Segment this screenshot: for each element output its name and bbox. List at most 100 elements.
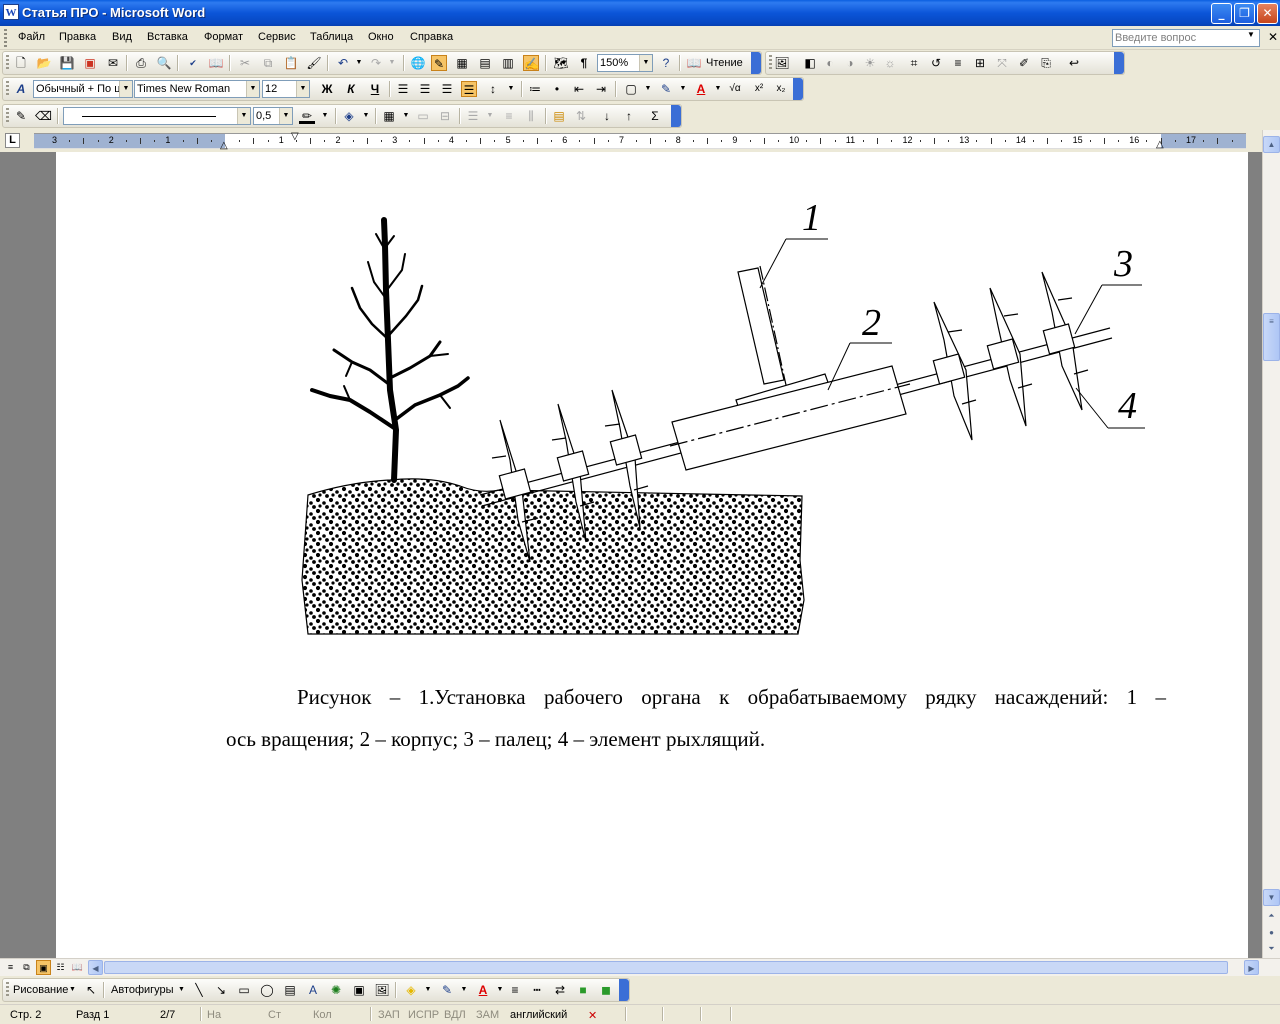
toolbar-options-icon[interactable] xyxy=(619,979,629,1001)
drawing-menu[interactable]: Рисование xyxy=(13,984,68,996)
insert-picture-icon[interactable]: 🖼 xyxy=(774,55,790,71)
superscript-icon[interactable]: x² xyxy=(751,81,767,97)
reading-label[interactable]: Чтение xyxy=(706,57,743,69)
insert-table-dropdown-icon[interactable]: ▼ xyxy=(398,108,414,124)
font-select[interactable]: Times New Roman ▼ xyxy=(134,80,260,98)
autoshapes-dropdown-icon[interactable]: ▼ xyxy=(178,986,185,993)
set-transparent-icon[interactable]: ⎘ xyxy=(1038,55,1054,71)
color-icon[interactable]: ◧ xyxy=(802,55,818,71)
shadow-icon[interactable]: ■ xyxy=(575,982,591,998)
rotate-icon[interactable]: ↺ xyxy=(928,55,944,71)
line-spacing-dropdown-icon[interactable]: ▼ xyxy=(503,81,519,97)
scroll-thumb[interactable]: ≡ xyxy=(1263,313,1280,361)
border-color-icon[interactable]: ✏ xyxy=(299,108,315,124)
figure-caption[interactable]: Рисунок – 1.Установка рабочего органа к … xyxy=(226,676,1166,760)
text-direction-icon[interactable]: ⇅ xyxy=(573,108,589,124)
style-select[interactable]: Обычный + По ц ▼ xyxy=(33,80,133,98)
arrow-style-icon[interactable]: ⇄ xyxy=(552,982,568,998)
vertical-scrollbar[interactable]: ▲ ≡ ▼ ⏶ ● ⏷ xyxy=(1262,130,1280,958)
diagram-icon[interactable]: ✺ xyxy=(328,982,344,998)
close-button[interactable]: ✕ xyxy=(1257,3,1278,24)
redo-dropdown-icon[interactable]: ▼ xyxy=(384,55,400,71)
clip-art-icon[interactable]: ▣ xyxy=(351,982,367,998)
italic-button[interactable]: К xyxy=(343,81,359,97)
paste-icon[interactable]: 📋 xyxy=(283,55,299,71)
more-brightness-icon[interactable]: ☀ xyxy=(862,55,878,71)
zoom-dropdown-icon[interactable]: ▼ xyxy=(639,55,652,71)
undo-dropdown-icon[interactable]: ▼ xyxy=(351,55,367,71)
menu-tools[interactable]: Сервис xyxy=(258,31,296,43)
font-dropdown-icon[interactable]: ▼ xyxy=(246,81,259,97)
split-cells-icon[interactable]: ⊟ xyxy=(437,108,453,124)
font-color-icon[interactable]: A xyxy=(693,81,709,97)
toolbar-grip[interactable] xyxy=(6,982,9,998)
rectangle-icon[interactable]: ▭ xyxy=(236,982,252,998)
print-layout-view-icon[interactable]: ▣ xyxy=(36,960,51,975)
ask-dropdown-icon[interactable]: ▼ xyxy=(1247,30,1255,39)
insert-excel-icon[interactable]: ▤ xyxy=(477,55,493,71)
align-cell-icon[interactable]: ☰ xyxy=(465,108,481,124)
hanging-indent-icon[interactable]: △ xyxy=(220,140,228,151)
toolbar-grip[interactable] xyxy=(6,81,9,97)
compress-icon[interactable]: ⊞ xyxy=(972,55,988,71)
line-style-select[interactable]: ▼ xyxy=(63,107,251,125)
align-cell-dropdown-icon[interactable]: ▼ xyxy=(482,108,498,124)
web-view-icon[interactable]: ⧉ xyxy=(19,960,34,975)
shading-icon[interactable]: ◈ xyxy=(341,108,357,124)
font-size-dropdown-icon[interactable]: ▼ xyxy=(296,81,309,97)
tables-borders-icon[interactable]: ✎ xyxy=(431,55,447,71)
toolbar-options-icon[interactable] xyxy=(1114,52,1124,74)
equation-icon[interactable]: √α xyxy=(727,81,743,97)
text-wrapping-icon[interactable]: ⤧ xyxy=(994,55,1010,71)
styles-formatting-icon[interactable]: A xyxy=(13,81,29,97)
wordart-icon[interactable]: A xyxy=(305,982,321,998)
drawing-dropdown-icon[interactable]: ▼ xyxy=(69,986,76,993)
align-right-icon[interactable]: ☰ xyxy=(439,81,455,97)
format-picture-icon[interactable]: ✐ xyxy=(1016,55,1032,71)
underline-button[interactable]: Ч xyxy=(367,81,383,97)
undo-icon[interactable]: ↶ xyxy=(335,55,351,71)
document-map-icon[interactable]: 🗺 xyxy=(553,55,569,71)
word-app-icon[interactable]: W xyxy=(3,4,19,20)
insert-table-icon[interactable]: ▦ xyxy=(454,55,470,71)
reset-picture-icon[interactable]: ↩ xyxy=(1066,55,1082,71)
browse-object-icon[interactable]: ● xyxy=(1263,925,1280,942)
toolbar-options-icon[interactable] xyxy=(751,52,761,74)
justify-icon[interactable]: ☰ xyxy=(461,81,477,97)
eraser-icon[interactable]: ⌫ xyxy=(35,108,52,124)
close-doc-icon[interactable]: ✕ xyxy=(1268,30,1278,44)
select-objects-icon[interactable]: ↖ xyxy=(83,982,99,998)
font-color-draw-icon[interactable]: A xyxy=(475,982,491,998)
copy-icon[interactable]: ⧉ xyxy=(260,55,276,71)
style-dropdown-icon[interactable]: ▼ xyxy=(119,81,132,97)
borders-dropdown-icon[interactable]: ▼ xyxy=(640,81,656,97)
status-overtype[interactable]: ЗАМ xyxy=(476,1009,499,1021)
redo-icon[interactable]: ↷ xyxy=(368,55,384,71)
hyperlink-icon[interactable]: 🌐 xyxy=(410,55,426,71)
borders-icon[interactable]: ▢ xyxy=(623,81,639,97)
cut-icon[interactable]: ✂ xyxy=(237,55,253,71)
scroll-up-button[interactable]: ▲ xyxy=(1263,136,1280,153)
line-style-draw-icon[interactable]: ≡ xyxy=(507,982,523,998)
maximize-button[interactable]: ❐ xyxy=(1234,3,1255,24)
save-icon[interactable]: 💾 xyxy=(59,55,75,71)
show-hide-icon[interactable]: ¶ xyxy=(576,55,592,71)
menu-insert[interactable]: Вставка xyxy=(147,31,188,43)
dash-style-icon[interactable]: ┅ xyxy=(529,982,545,998)
align-left-icon[interactable]: ☰ xyxy=(395,81,411,97)
spelling-icon[interactable]: ✔ xyxy=(185,55,201,71)
toolbar-grip[interactable] xyxy=(6,108,9,124)
less-contrast-icon[interactable]: ◑ xyxy=(842,55,858,71)
horizontal-ruler[interactable]: 3 2 1 1 2 3 4 5 6 7 8 9 10 11 12 13 14 15 16 17 ▽ △ △ xyxy=(34,131,1246,151)
highlight-dropdown-icon[interactable]: ▼ xyxy=(675,81,691,97)
align-center-icon[interactable]: ☰ xyxy=(417,81,433,97)
first-line-indent-icon[interactable]: ▽ xyxy=(291,131,299,142)
numbering-icon[interactable]: ≔ xyxy=(527,81,543,97)
reading-view-icon[interactable]: 📖 xyxy=(70,960,85,975)
status-extend[interactable]: ВДЛ xyxy=(444,1009,466,1021)
sort-descending-icon[interactable]: ↑ xyxy=(621,108,637,124)
scroll-right-button[interactable]: ▶ xyxy=(1244,960,1259,975)
highlight-icon[interactable]: ✎ xyxy=(658,81,674,97)
picture-icon[interactable]: 🖼 xyxy=(374,982,390,998)
font-color-draw-dropdown-icon[interactable]: ▼ xyxy=(492,982,508,998)
